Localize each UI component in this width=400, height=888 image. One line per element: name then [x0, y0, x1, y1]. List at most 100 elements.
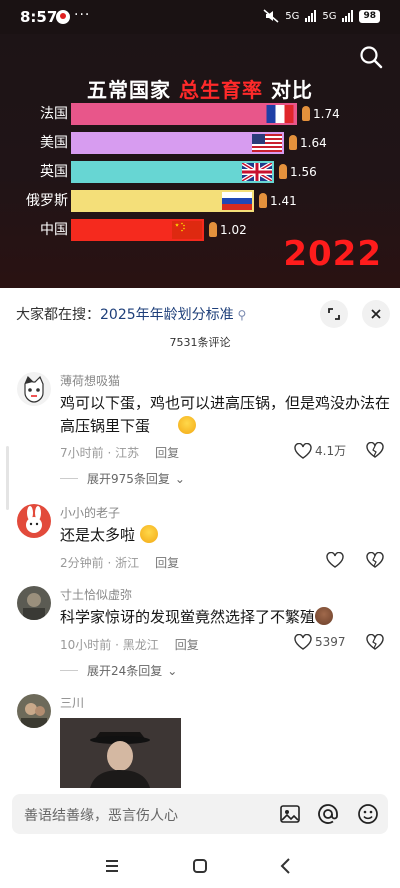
search-icon[interactable] — [358, 44, 384, 70]
comment-author[interactable]: 薄荷想吸猫 — [60, 372, 120, 389]
expand-replies-label[interactable]: 展开24条回复 — [87, 662, 162, 679]
broken-heart-icon[interactable] — [366, 634, 384, 650]
comment-sheet: 大家都在搜：2025年年龄划分标准 ⚲ 7531条评论 薄荷想吸猫 鸡可以下蛋，… — [0, 290, 400, 850]
status-more: ··· — [74, 7, 91, 23]
like-button[interactable] — [326, 552, 344, 568]
status-bar: 8:57 ··· 5G 5G 98 — [0, 0, 400, 34]
chart-bar — [71, 103, 297, 125]
category-label: 俄罗斯 — [26, 193, 68, 209]
heart-icon — [326, 552, 344, 568]
trending-label: 大家都在搜： — [16, 307, 100, 323]
photo-avatar-icon — [17, 586, 51, 620]
baby-icon — [289, 135, 297, 150]
avatar[interactable] — [17, 504, 51, 538]
notification-app-icon — [56, 10, 70, 24]
cat-avatar-icon — [17, 372, 51, 406]
chart-row: 俄罗斯 1.41 — [0, 189, 400, 213]
china-flag-icon — [172, 221, 202, 239]
video-player[interactable]: 五常国家 总生育率 对比 法国 1.74 美国 1.64 英国 1.56 俄罗斯 1.41 中国… — [0, 34, 400, 288]
comment-text-row: 科学家惊讶的发现鲎竟然选择了不繁殖 — [60, 606, 334, 629]
heart-icon — [294, 442, 312, 459]
image-icon[interactable] — [278, 802, 302, 826]
title-suffix: 对比 — [263, 78, 313, 102]
comment-meta: 2分钟前 · 浙江 回复 — [60, 554, 179, 571]
recent-apps-icon[interactable] — [100, 854, 124, 878]
category-label: 美国 — [40, 135, 68, 151]
comment-text[interactable]: 科学家惊讶的发现鲎竟然选择了不繁殖 — [60, 608, 315, 626]
fertility-bar-chart: 法国 1.74 美国 1.64 英国 1.56 俄罗斯 1.41 中国 1.02 — [0, 102, 400, 252]
close-sheet-button[interactable] — [362, 300, 390, 328]
comment-meta: 7小时前 · 江苏 回复 — [60, 444, 179, 461]
divider — [60, 478, 78, 479]
chart-row: 法国 1.74 — [0, 102, 400, 126]
comment-author[interactable]: 寸土恰似虚弥 — [60, 586, 132, 603]
category-label: 英国 — [40, 164, 68, 180]
title-highlight: 总生育率 — [179, 78, 263, 102]
comment-text[interactable]: 鸡可以下蛋，鸡也可以进高压锅，但是鸡没办法在高压锅里下蛋 — [60, 392, 390, 438]
data-label: 1.56 — [290, 165, 317, 179]
category-label: 中国 — [40, 222, 68, 238]
scroll-indicator[interactable] — [6, 446, 9, 510]
trending-search[interactable]: 大家都在搜：2025年年龄划分标准 ⚲ — [16, 304, 246, 324]
usa-flag-icon — [252, 134, 282, 152]
poop-emoji-icon — [315, 607, 334, 625]
laugh-emoji-icon — [178, 415, 208, 438]
france-flag-icon — [265, 105, 295, 123]
network-type-1: 5G — [285, 10, 300, 22]
expand-replies[interactable]: 展开24条回复 ⌄ — [60, 662, 177, 679]
reply-button[interactable]: 回复 — [175, 638, 199, 652]
expand-replies-label[interactable]: 展开975条回复 — [87, 470, 170, 487]
data-label: 1.74 — [313, 107, 340, 121]
comment-meta: 10小时前 · 黑龙江 回复 — [60, 636, 199, 653]
data-label: 1.41 — [270, 194, 297, 208]
chevron-down-icon: ⌄ — [174, 471, 185, 486]
chart-row: 美国 1.64 — [0, 131, 400, 155]
avatar[interactable] — [17, 372, 51, 406]
signal-icon — [305, 10, 317, 22]
avatar[interactable] — [17, 586, 51, 620]
rabbit-avatar-icon — [17, 504, 51, 538]
heart-icon — [294, 634, 312, 650]
like-count: 4.1万 — [315, 444, 347, 458]
comment-time: 7小时前 · 江苏 — [60, 446, 140, 460]
expand-replies[interactable]: 展开975条回复 ⌄ — [60, 470, 185, 487]
reply-button[interactable]: 回复 — [155, 556, 179, 570]
uk-flag-icon — [242, 163, 272, 181]
signal-icon-2 — [342, 10, 354, 22]
at-mention-icon[interactable] — [316, 802, 340, 826]
network-type-2: 5G — [322, 10, 337, 22]
trending-keyword[interactable]: 2025年年龄划分标准 — [100, 307, 234, 323]
home-icon[interactable] — [188, 854, 212, 878]
chart-year: 2022 — [283, 234, 382, 274]
back-icon[interactable] — [274, 854, 298, 878]
comment-author[interactable]: 小小的老子 — [60, 504, 120, 521]
search-small-icon: ⚲ — [233, 308, 247, 322]
broken-heart-icon[interactable] — [366, 442, 384, 458]
comment-photo — [60, 718, 181, 788]
comment-input[interactable]: 善语结善缘，恶言伤人心 — [12, 794, 388, 834]
crying-emoji-icon — [139, 525, 158, 543]
comment-count: 7531条评论 — [169, 336, 231, 349]
expand-sheet-button[interactable] — [320, 300, 348, 328]
close-icon — [371, 309, 381, 319]
category-label: 法国 — [40, 106, 68, 122]
comment-author[interactable]: 三川 — [60, 694, 84, 711]
emoji-icon[interactable] — [356, 802, 380, 826]
russia-flag-icon — [222, 192, 252, 210]
battery-icon: 98 — [359, 9, 380, 23]
data-label: 1.02 — [220, 223, 247, 237]
mute-icon — [263, 9, 279, 23]
comment-text[interactable]: 还是太多啦 — [60, 526, 135, 544]
baby-icon — [259, 193, 267, 208]
broken-heart-icon[interactable] — [366, 552, 384, 568]
comment-image[interactable] — [60, 718, 181, 788]
reply-button[interactable]: 回复 — [155, 446, 179, 460]
avatar[interactable] — [17, 694, 51, 728]
like-button[interactable]: 5397 — [294, 634, 346, 650]
like-button[interactable]: 4.1万 — [294, 442, 346, 459]
baby-icon — [209, 222, 217, 237]
status-right: 5G 5G 98 — [263, 9, 380, 23]
chart-row: 英国 1.56 — [0, 160, 400, 184]
video-title: 五常国家 总生育率 对比 — [0, 74, 400, 103]
photo-avatar-icon — [17, 694, 51, 728]
